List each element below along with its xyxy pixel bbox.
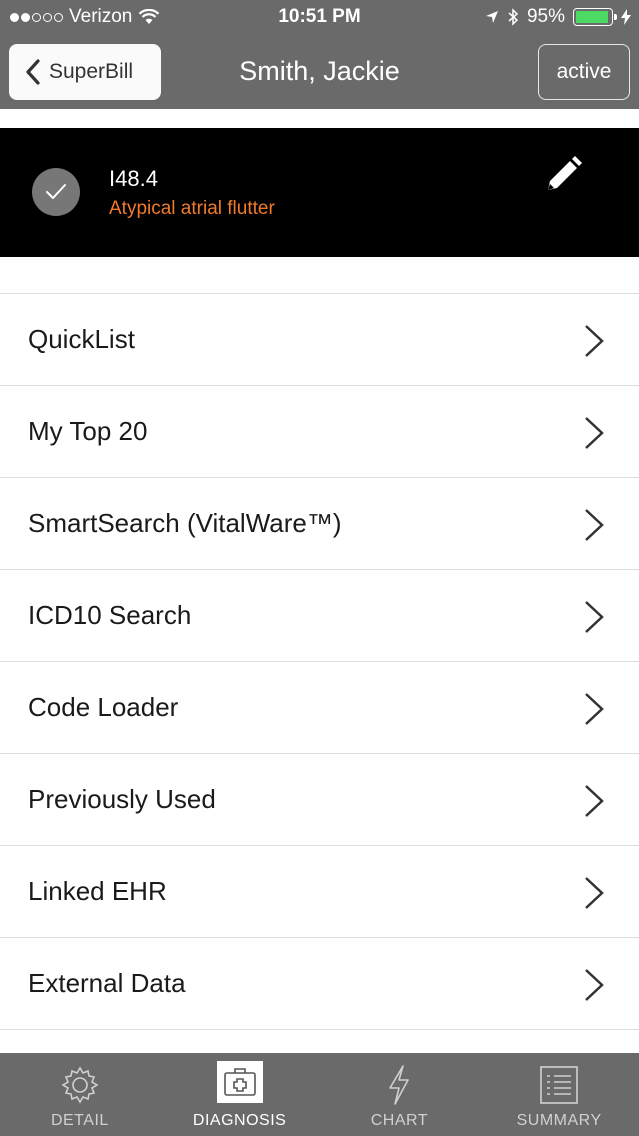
tab-label: DETAIL [50, 1112, 109, 1129]
list-item-label: ICD10 Search [28, 600, 192, 630]
tab-bar: DETAIL DIAGNOSIS CHART SUMMARY [0, 1053, 639, 1136]
list-item-label: Code Loader [28, 692, 179, 722]
bluetooth-icon [508, 8, 519, 26]
status-button[interactable]: active [538, 44, 630, 100]
diagnosis-code: I48.4 [109, 166, 158, 191]
navigation-bar: SuperBill Smith, Jackie active [0, 36, 639, 109]
list-item-previously-used[interactable]: Previously Used [0, 754, 639, 846]
chevron-right-icon [585, 509, 604, 541]
list-item-label: Previously Used [28, 784, 216, 814]
status-right-group: 95% [485, 6, 631, 28]
list-item-label: SmartSearch (VitalWare™) [28, 508, 342, 538]
charging-icon [621, 9, 631, 25]
battery-icon [573, 8, 617, 26]
chevron-right-icon [585, 877, 604, 909]
tab-label: SUMMARY [516, 1112, 602, 1129]
gear-icon [56, 1063, 104, 1107]
tab-diagnosis[interactable]: DIAGNOSIS [160, 1053, 320, 1136]
check-icon[interactable] [32, 168, 80, 216]
tab-label: DIAGNOSIS [192, 1112, 287, 1129]
list-item-label: Linked EHR [28, 876, 167, 906]
list-item-my-top-20[interactable]: My Top 20 [0, 386, 639, 478]
status-bar: Verizon 10:51 PM 95% [0, 0, 639, 36]
chevron-right-icon [585, 693, 604, 725]
chevron-right-icon [585, 969, 604, 1001]
diagnosis-source-list: QuickList My Top 20 SmartSearch (VitalWa… [0, 293, 639, 1030]
list-item-label: QuickList [28, 324, 135, 354]
chevron-right-icon [585, 417, 604, 449]
battery-fill [576, 11, 609, 23]
chevron-right-icon [585, 785, 604, 817]
list-item-icd10-search[interactable]: ICD10 Search [0, 570, 639, 662]
list-item-smartsearch[interactable]: SmartSearch (VitalWare™) [0, 478, 639, 570]
tab-chart[interactable]: CHART [320, 1053, 480, 1136]
list-item-label: My Top 20 [28, 416, 148, 446]
list-item-linked-ehr[interactable]: Linked EHR [0, 846, 639, 938]
diagnosis-description: Atypical atrial flutter [109, 198, 275, 219]
list-item-code-loader[interactable]: Code Loader [0, 662, 639, 754]
list-item-quicklist[interactable]: QuickList [0, 294, 639, 386]
list-item-label: External Data [28, 968, 186, 998]
battery-percent: 95% [526, 6, 565, 27]
pencil-icon[interactable] [542, 154, 584, 201]
lightning-icon [375, 1063, 423, 1107]
chevron-right-icon [585, 601, 604, 633]
list-icon [535, 1063, 583, 1107]
tab-detail[interactable]: DETAIL [0, 1053, 160, 1136]
medical-kit-icon [216, 1061, 263, 1103]
list-item-external-data[interactable]: External Data [0, 938, 639, 1030]
chevron-right-icon [585, 325, 604, 357]
tab-summary[interactable]: SUMMARY [479, 1053, 639, 1136]
tab-label: CHART [370, 1112, 429, 1129]
location-icon [485, 11, 498, 23]
